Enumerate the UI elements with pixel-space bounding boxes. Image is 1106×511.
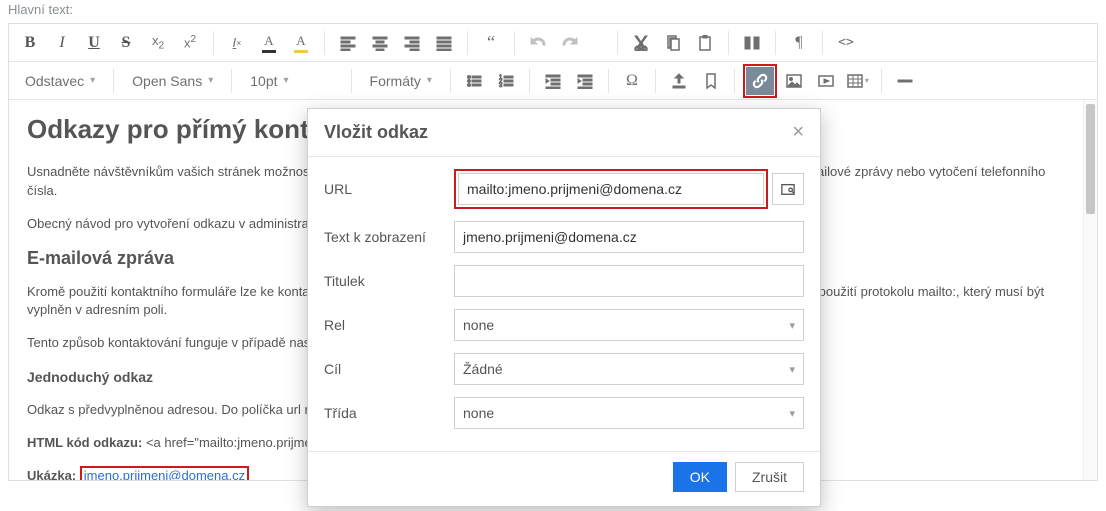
undo-button[interactable]	[523, 28, 553, 58]
clear-format-button[interactable]: I×	[222, 28, 252, 58]
toolbar-row-1: B I U S x2 x2 I× A A “ ¶ <>	[9, 24, 1097, 62]
svg-text:3: 3	[499, 83, 503, 89]
quote-button[interactable]: “	[476, 28, 506, 58]
text-color-button[interactable]: A	[254, 28, 284, 58]
subscript-button[interactable]: x2	[143, 28, 173, 58]
code-button[interactable]: <>	[831, 28, 861, 58]
hr-button[interactable]	[890, 66, 920, 96]
paragraph-select[interactable]: Odstavec▾	[15, 66, 105, 96]
outdent-button[interactable]	[538, 66, 568, 96]
strike-button[interactable]: S	[111, 28, 141, 58]
numbered-list-button[interactable]: 123	[491, 66, 521, 96]
paste-button[interactable]	[690, 28, 720, 58]
text-input[interactable]	[454, 221, 804, 253]
formats-select[interactable]: Formáty▾	[360, 66, 442, 96]
title-input[interactable]	[454, 265, 804, 297]
url-label: URL	[324, 181, 454, 197]
cut-button[interactable]	[626, 28, 656, 58]
link-button-highlight	[743, 64, 777, 98]
field-label: Hlavní text:	[0, 0, 1106, 23]
indent-button[interactable]	[570, 66, 600, 96]
italic-button[interactable]: I	[47, 28, 77, 58]
text-label: Text k zobrazení	[324, 229, 454, 245]
title-label: Titulek	[324, 273, 454, 289]
underline-button[interactable]: U	[79, 28, 109, 58]
url-input[interactable]	[458, 173, 764, 205]
bullet-list-button[interactable]	[459, 66, 489, 96]
browse-button[interactable]	[772, 173, 804, 205]
copy-button[interactable]	[658, 28, 688, 58]
scrollbar[interactable]	[1083, 100, 1097, 480]
target-label: Cíl	[324, 361, 454, 377]
align-center-button[interactable]	[365, 28, 395, 58]
table-button[interactable]: ▾	[843, 66, 873, 96]
font-select[interactable]: Open Sans▾	[122, 66, 223, 96]
class-select[interactable]: none▾	[454, 397, 804, 429]
rel-select[interactable]: none▾	[454, 309, 804, 341]
align-justify-button[interactable]	[429, 28, 459, 58]
close-icon[interactable]: ×	[792, 121, 804, 144]
sample-mailto-link[interactable]: jmeno.prijmeni@domena.cz	[84, 468, 245, 480]
class-label: Třída	[324, 405, 454, 421]
align-left-button[interactable]	[333, 28, 363, 58]
find-button[interactable]	[737, 28, 767, 58]
scrollbar-thumb[interactable]	[1086, 104, 1095, 214]
target-select[interactable]: Žádné▾	[454, 353, 804, 385]
cancel-button[interactable]: Zrušit	[735, 462, 804, 492]
size-select[interactable]: 10pt▾	[240, 66, 298, 96]
insert-link-dialog: Vložit odkaz × URL Text k zobrazení Titu…	[307, 108, 821, 507]
paragraph-mark-button[interactable]: ¶	[784, 28, 814, 58]
superscript-button[interactable]: x2	[175, 28, 205, 58]
align-right-button[interactable]	[397, 28, 427, 58]
bookmark-button[interactable]	[696, 66, 726, 96]
rel-label: Rel	[324, 317, 454, 333]
url-highlight	[454, 169, 768, 209]
upload-button[interactable]	[664, 66, 694, 96]
image-button[interactable]	[779, 66, 809, 96]
special-char-button[interactable]: Ω	[617, 66, 647, 96]
bg-color-button[interactable]: A	[286, 28, 316, 58]
redo-button[interactable]	[555, 28, 585, 58]
media-button[interactable]	[811, 66, 841, 96]
ok-button[interactable]: OK	[673, 462, 727, 492]
toolbar-row-2: Odstavec▾ Open Sans▾ 10pt▾ Formáty▾ 123 …	[9, 62, 1097, 100]
bold-button[interactable]: B	[15, 28, 45, 58]
dialog-title: Vložit odkaz	[324, 122, 428, 143]
insert-link-button[interactable]	[746, 67, 774, 95]
